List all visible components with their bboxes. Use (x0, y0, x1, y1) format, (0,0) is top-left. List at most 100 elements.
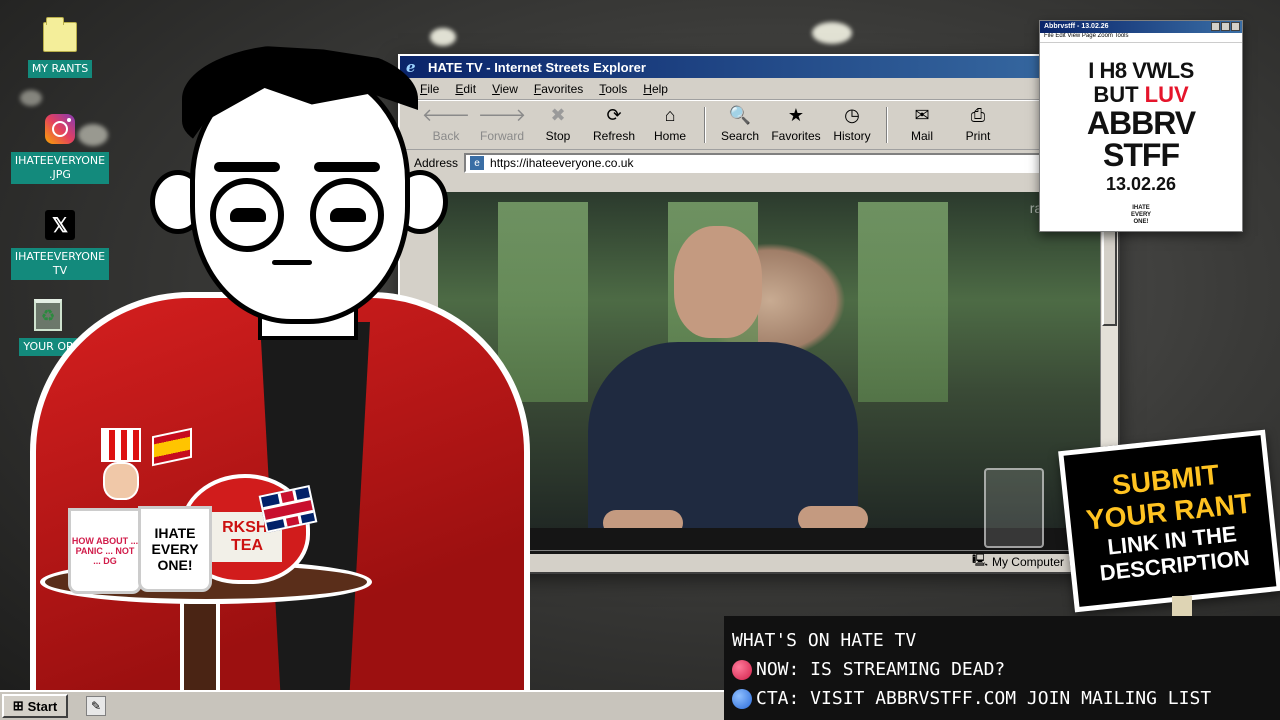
window-controls (1211, 22, 1240, 31)
whats-on-ticker: WHAT'S ON HATE TV NOW: IS STREAMING DEAD… (724, 616, 1280, 720)
history-button[interactable]: ◷ History (824, 104, 880, 144)
forward-button[interactable]: 🡒 Forward (474, 104, 530, 144)
maximize-icon[interactable] (1221, 22, 1230, 31)
desktop-icon-label: IHATEEVERYONE TV (10, 248, 110, 280)
back-label: Back (432, 129, 460, 143)
address-label: Address (414, 156, 459, 170)
status-zone: My Computer (991, 554, 1064, 569)
character-eye (310, 178, 384, 252)
close-icon[interactable] (1231, 22, 1240, 31)
recycle-bin-icon (34, 299, 62, 331)
ie-logo-icon: e (406, 58, 416, 76)
submit-rant-sign: SUBMIT YOUR RANT LINK IN THE DESCRIPTION (1058, 429, 1280, 613)
toolbar-separator (704, 107, 706, 143)
character-brow (214, 162, 280, 172)
forward-label: Forward (479, 129, 524, 143)
favorites-icon: ★ (787, 104, 805, 125)
menu-help[interactable]: Help (643, 82, 668, 96)
red-dot-icon (732, 659, 752, 680)
interviewee-head (674, 226, 762, 338)
stop-label: Stop (545, 129, 571, 143)
start-button[interactable]: ⊞ Start (2, 694, 68, 718)
history-icon: ◷ (844, 104, 860, 125)
poster-date: 13.02.26 (1105, 174, 1177, 194)
poster-titlebar[interactable]: Abbrvstff - 13.02.26 (1040, 21, 1242, 33)
search-icon: 🔍 (728, 104, 752, 125)
back-arrow-icon: 🡐 (421, 104, 471, 125)
history-label: History (833, 129, 871, 143)
character-mouth (272, 260, 312, 265)
desktop-icon-x-tv[interactable]: 𝕏 IHATEEVERYONE TV (10, 208, 110, 280)
abbrvstff-poster-window[interactable]: Abbrvstff - 13.02.26 File Edit View Page… (1039, 20, 1243, 232)
light-bokeh (20, 90, 42, 106)
poster-line1: I H8 VWLS (1088, 58, 1194, 83)
desktop-icon-label: IHATEEVERYONE .JPG (10, 152, 110, 184)
poster-window-title: Abbrvstff - 13.02.26 (1044, 23, 1109, 30)
ticker-heading: WHAT'S ON HATE TV (732, 630, 917, 651)
desktop-icon-label: MY RANTS (27, 60, 93, 78)
menu-favorites[interactable]: Favorites (534, 82, 583, 96)
ihateeveryone-logo: IHATE EVERY ONE! (1130, 205, 1152, 225)
blue-dot-icon (732, 688, 752, 709)
windows-logo-icon: ⊞ (12, 698, 24, 713)
mug-left: HOW ABOUT ... PANIC ... NOT ... DG (68, 508, 142, 594)
desktop-icon-instagram[interactable]: IHATEEVERYONE .JPG (10, 112, 110, 184)
poster-line2: BUT LUV (1040, 83, 1242, 107)
menu-bar: File Edit View Favorites Tools Help (400, 78, 1118, 100)
page-icon: e (470, 156, 485, 170)
x-logo-icon: 𝕏 (45, 210, 75, 240)
menu-edit[interactable]: Edit (455, 82, 476, 96)
print-icon: ⎙ (970, 104, 986, 125)
menu-view[interactable]: View (492, 82, 518, 96)
home-label: Home (653, 129, 686, 143)
mail-button[interactable]: ✉ Mail (894, 104, 950, 144)
poster-menu: File Edit View Page Zoom Tools (1040, 33, 1242, 43)
poster-line2-a: BUT (1093, 82, 1145, 107)
minimize-icon[interactable] (1211, 22, 1220, 31)
search-button[interactable]: 🔍 Search (712, 104, 768, 144)
folder-icon (43, 17, 77, 52)
mug-ihateeveryone: IHATE EVERY ONE! (138, 506, 212, 592)
favorites-button[interactable]: ★ Favorites (768, 104, 824, 144)
poster-line3a: ABBRV (1086, 105, 1196, 141)
stop-button[interactable]: ✖ Stop (530, 104, 586, 144)
home-button[interactable]: ⌂ Home (642, 104, 698, 144)
mail-icon: ✉ (914, 104, 930, 125)
computer-icon: 🖳 (971, 553, 988, 567)
light-bokeh (430, 28, 456, 46)
browser-toolbar: 🡐 Back 🡒 Forward ✖ Stop ⟳ Refresh ⌂ Home… (400, 100, 1118, 150)
address-input[interactable]: e https://ihateeveryone.co.uk ▼ (464, 153, 1086, 173)
instagram-icon (45, 114, 75, 144)
window-title: HATE TV - Internet Streets Explorer (428, 59, 646, 75)
print-label: Print (965, 129, 991, 143)
desktop-icon-my-rants[interactable]: MY RANTS (12, 17, 108, 78)
video-viewport[interactable]: ran (438, 192, 1102, 554)
refresh-button[interactable]: ⟳ Refresh (586, 104, 642, 144)
poster-body: I H8 VWLS BUT LUV ABBRV STFF 13.02.26 IH… (1040, 43, 1242, 226)
ticker-now: NOW: IS STREAMING DEAD? (756, 659, 1006, 680)
background-window (858, 202, 948, 402)
forward-arrow-icon: 🡒 (477, 104, 527, 125)
toolbar-separator (886, 107, 888, 143)
address-bar: Address e https://ihateeveryone.co.uk ▼ … (400, 150, 1118, 176)
poster-line2-b: LUV (1144, 82, 1189, 107)
refresh-label: Refresh (592, 129, 636, 143)
ticker-cta: CTA: VISIT ABBRVSTFF.COM JOIN MAILING LI… (756, 688, 1212, 709)
back-button[interactable]: 🡐 Back (418, 104, 474, 144)
mail-label: Mail (910, 129, 933, 143)
stop-icon: ✖ (550, 104, 566, 125)
ticker-now-row: NOW: IS STREAMING DEAD? (732, 655, 1280, 684)
character-eye (210, 178, 284, 252)
menu-tools[interactable]: Tools (599, 82, 627, 96)
browser-titlebar[interactable]: e HATE TV - Internet Streets Explorer (400, 56, 1118, 78)
quick-launch-icon[interactable]: ✎ (86, 696, 106, 716)
uncle-sam-figure (96, 428, 146, 504)
search-label: Search (720, 129, 760, 143)
poster-line3b: STFF (1103, 137, 1180, 173)
ticker-cta-row: CTA: VISIT ABBRVSTFF.COM JOIN MAILING LI… (732, 684, 1280, 713)
menu-file[interactable]: File (420, 82, 439, 96)
start-label: Start (27, 698, 58, 714)
print-button[interactable]: ⎙ Print (950, 104, 1006, 144)
home-icon: ⌂ (664, 104, 676, 125)
character-brow (314, 162, 380, 172)
